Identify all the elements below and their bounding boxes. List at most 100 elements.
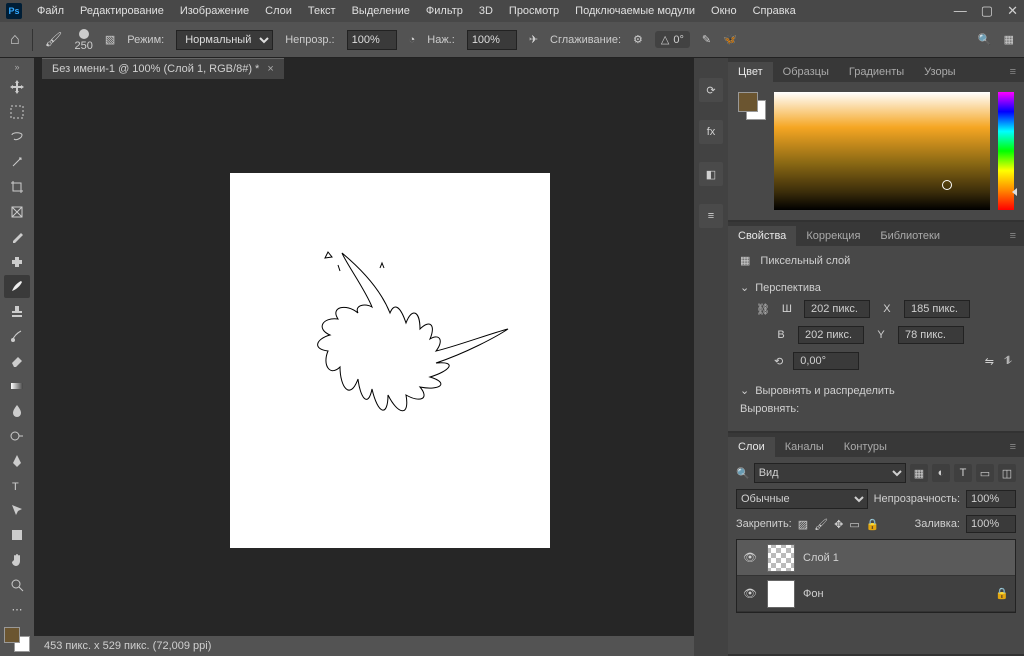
minimize-icon[interactable]: — (954, 3, 967, 19)
hand-tool[interactable] (4, 549, 30, 572)
brush-tool[interactable] (4, 275, 30, 298)
color-field[interactable] (774, 92, 990, 210)
tab-layers[interactable]: Слои (728, 437, 775, 457)
move-tool[interactable] (4, 76, 30, 99)
tab-swatches[interactable]: Образцы (773, 62, 839, 82)
lasso-tool[interactable] (4, 126, 30, 149)
flow-input[interactable] (467, 30, 517, 50)
props-panel-menu-icon[interactable]: ≡ (1002, 226, 1024, 246)
fg-color-swatch[interactable] (4, 627, 20, 643)
zoom-tool[interactable] (4, 574, 30, 597)
tab-patterns[interactable]: Узоры (914, 62, 965, 82)
layer-thumbnail[interactable] (767, 580, 795, 608)
tab-properties[interactable]: Свойства (728, 226, 796, 246)
close-icon[interactable]: ✕ (1007, 3, 1018, 19)
tab-gradients[interactable]: Градиенты (839, 62, 914, 82)
filter-pixel-icon[interactable]: ▦ (910, 464, 928, 482)
angle-input[interactable]: 0,00° (793, 352, 859, 370)
brush-panel-icon[interactable]: ▧ (105, 33, 115, 46)
stamp-tool[interactable] (4, 300, 30, 323)
opacity-pressure-icon[interactable]: ◔ (409, 34, 416, 46)
panel-fg-swatch[interactable] (738, 92, 758, 112)
canvas[interactable] (230, 173, 550, 548)
visibility-icon[interactable]: 👁 (743, 551, 759, 564)
workspace-icon[interactable]: ▦ (1004, 33, 1014, 46)
menu-layers[interactable]: Слои (258, 5, 299, 17)
brushes-panel-icon[interactable]: ≡ (699, 204, 723, 228)
menu-select[interactable]: Выделение (345, 5, 417, 17)
layers-panel-menu-icon[interactable]: ≡ (1002, 437, 1024, 457)
history-panel-icon[interactable]: ⟳ (699, 78, 723, 102)
expand-toolbar-icon[interactable]: » (14, 62, 19, 72)
color-swatches[interactable] (4, 627, 30, 652)
shape-tool[interactable] (4, 524, 30, 547)
y-input[interactable]: 78 пикс. (898, 326, 964, 344)
menu-plugins[interactable]: Подключаемые модули (568, 5, 702, 17)
tab-paths[interactable]: Контуры (834, 437, 897, 457)
layer-item[interactable]: 👁 Фон 🔒 (737, 576, 1015, 612)
filter-type-select[interactable]: Вид (754, 463, 906, 483)
layer-name[interactable]: Фон (803, 588, 824, 600)
eyedropper-tool[interactable] (4, 225, 30, 248)
filter-smart-icon[interactable]: ◫ (998, 464, 1016, 482)
layer-fill-input[interactable] (966, 515, 1016, 533)
pen-tool[interactable] (4, 449, 30, 472)
layer-opacity-input[interactable] (966, 490, 1016, 508)
filter-search-icon[interactable]: 🔍 (736, 467, 750, 480)
layer-name[interactable]: Слой 1 (803, 552, 839, 564)
crop-tool[interactable] (4, 176, 30, 199)
blend-mode-select[interactable]: Нормальный (176, 30, 273, 50)
healing-tool[interactable] (4, 250, 30, 273)
height-input[interactable]: 202 пикс. (798, 326, 864, 344)
tab-libraries[interactable]: Библиотеки (870, 226, 950, 246)
filter-type-icon[interactable]: T (954, 464, 972, 482)
menu-text[interactable]: Текст (301, 5, 343, 17)
align-section[interactable]: ⌄ Выровнять и распределить (740, 378, 1012, 403)
hue-marker[interactable] (1012, 188, 1017, 196)
color-panel-menu-icon[interactable]: ≡ (1002, 62, 1024, 82)
tab-channels[interactable]: Каналы (775, 437, 834, 457)
document-tab[interactable]: Без имени-1 @ 100% (Слой 1, RGB/8#) * × (42, 58, 284, 79)
search-icon[interactable]: 🔍 (978, 33, 992, 46)
home-icon[interactable]: ⌂ (10, 31, 20, 49)
hue-slider[interactable] (998, 92, 1014, 210)
lock-paint-icon[interactable]: 🖌 (814, 518, 828, 531)
layer-thumbnail[interactable] (767, 544, 795, 572)
menu-3d[interactable]: 3D (472, 5, 500, 17)
gradient-tool[interactable] (4, 375, 30, 398)
menu-filter[interactable]: Фильтр (419, 5, 470, 17)
tab-color[interactable]: Цвет (728, 62, 773, 82)
color-marker[interactable] (942, 180, 952, 190)
layer-blend-select[interactable]: Обычные (736, 489, 868, 509)
gear-icon[interactable]: ⚙ (633, 33, 643, 46)
close-tab-icon[interactable]: × (267, 63, 273, 75)
brush-angle[interactable]: △ 0° (655, 31, 690, 48)
wand-tool[interactable] (4, 151, 30, 174)
x-input[interactable]: 185 пикс. (904, 300, 970, 318)
flip-h-icon[interactable]: ⇋ (985, 355, 994, 368)
brush-preset-picker[interactable]: 250 (74, 28, 92, 52)
lock-artboard-icon[interactable]: ▭ (849, 518, 859, 531)
filter-shape-icon[interactable]: ▭ (976, 464, 994, 482)
blur-tool[interactable] (4, 399, 30, 422)
link-wh-icon[interactable]: ⛓ (756, 303, 770, 316)
width-input[interactable]: 202 пикс. (804, 300, 870, 318)
transform-section[interactable]: ⌄ Перспектива (740, 275, 1012, 300)
airbrush-icon[interactable]: ✈ (529, 33, 538, 46)
menu-file[interactable]: Файл (30, 5, 71, 17)
symmetry-icon[interactable]: ✎ (702, 33, 711, 46)
menu-edit[interactable]: Редактирование (73, 5, 171, 17)
opacity-input[interactable] (347, 30, 397, 50)
filter-adjust-icon[interactable]: ◐ (932, 464, 950, 482)
lock-transparency-icon[interactable]: ▨ (798, 518, 808, 531)
eraser-tool[interactable] (4, 350, 30, 373)
adjustments-panel-icon[interactable]: ◧ (699, 162, 723, 186)
frame-tool[interactable] (4, 200, 30, 223)
panel-color-swatches[interactable] (738, 92, 766, 120)
butterfly-icon[interactable]: 🦋 (723, 33, 737, 46)
brush-tool-icon[interactable]: 🖌 (45, 31, 63, 48)
history-brush-tool[interactable] (4, 325, 30, 348)
menu-window[interactable]: Окно (704, 5, 744, 17)
visibility-icon[interactable]: 👁 (743, 587, 759, 600)
marquee-tool[interactable] (4, 101, 30, 124)
